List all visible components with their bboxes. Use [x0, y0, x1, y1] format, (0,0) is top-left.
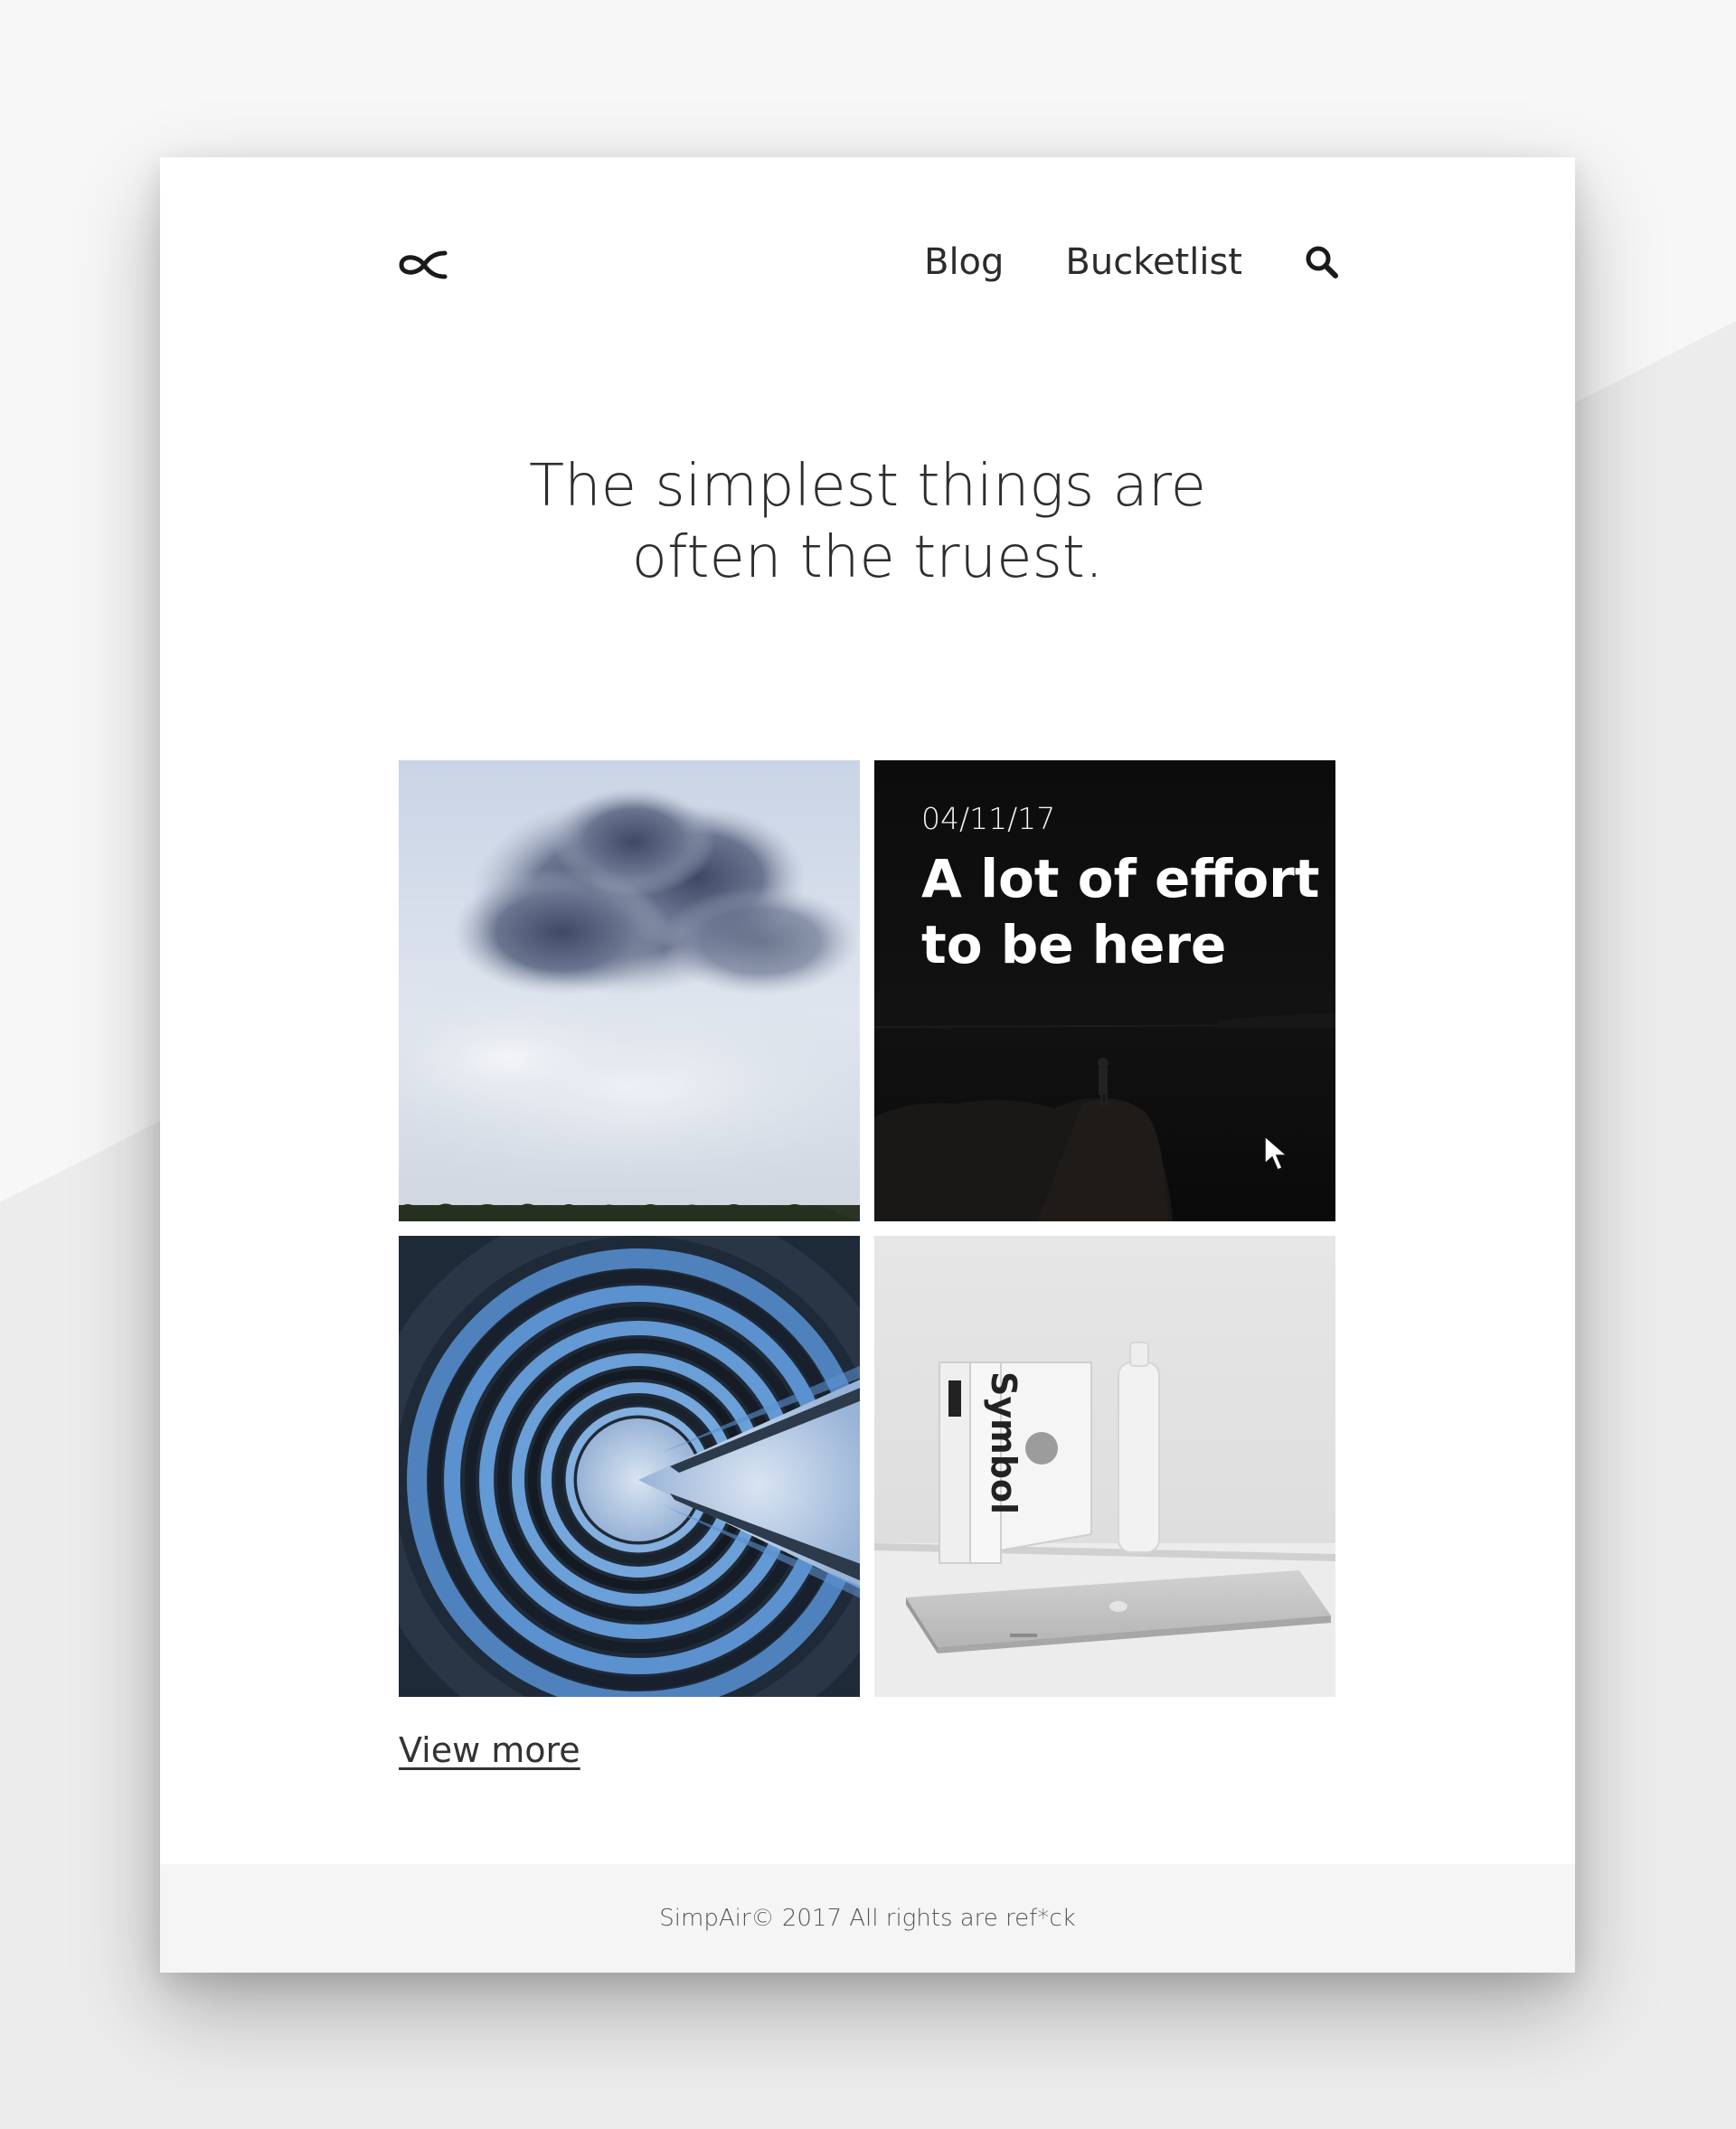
- post-title-line-2: to be here: [921, 914, 1227, 975]
- post-tile-featured[interactable]: 04/11/17 A lot of effort to be here: [874, 760, 1335, 1221]
- page-card: Blog Bucketlist The simplest things are …: [160, 157, 1575, 1973]
- spiral-building-photo: [399, 1236, 860, 1697]
- post-title-line-1: A lot of effort: [921, 848, 1320, 909]
- post-tile-storm[interactable]: [399, 760, 860, 1221]
- nav-link-bucketlist[interactable]: Bucketlist: [1065, 244, 1242, 280]
- logo-icon[interactable]: [398, 248, 448, 282]
- search-icon[interactable]: [1304, 244, 1340, 280]
- post-tile-spiral[interactable]: [399, 1236, 860, 1697]
- hero-line-2: often the truest.: [631, 524, 1104, 591]
- post-tile-desk[interactable]: Symbol: [874, 1236, 1335, 1697]
- view-more-link[interactable]: View more: [399, 1730, 580, 1770]
- book-and-laptop-photo: Symbol: [874, 1236, 1335, 1697]
- storm-cloud-photo: [399, 760, 860, 1221]
- footer: SimpAir© 2017 All rights are ref*ck: [160, 1864, 1575, 1973]
- footer-copyright: SimpAir© 2017 All rights are ref*ck: [659, 1905, 1076, 1932]
- main-nav: Blog Bucketlist: [924, 244, 1340, 280]
- post-title: A lot of effort to be here: [921, 846, 1320, 978]
- mouse-cursor-icon: [1264, 1135, 1288, 1171]
- post-date: 04/11/17: [921, 801, 1056, 836]
- hero-headline: The simplest things are often the truest…: [160, 451, 1575, 594]
- book-spine-text: Symbol: [984, 1371, 1024, 1514]
- hero-line-1: The simplest things are: [529, 453, 1206, 520]
- post-grid: 04/11/17 A lot of effort to be here Symb…: [399, 760, 1336, 1697]
- nav-link-blog[interactable]: Blog: [924, 244, 1004, 280]
